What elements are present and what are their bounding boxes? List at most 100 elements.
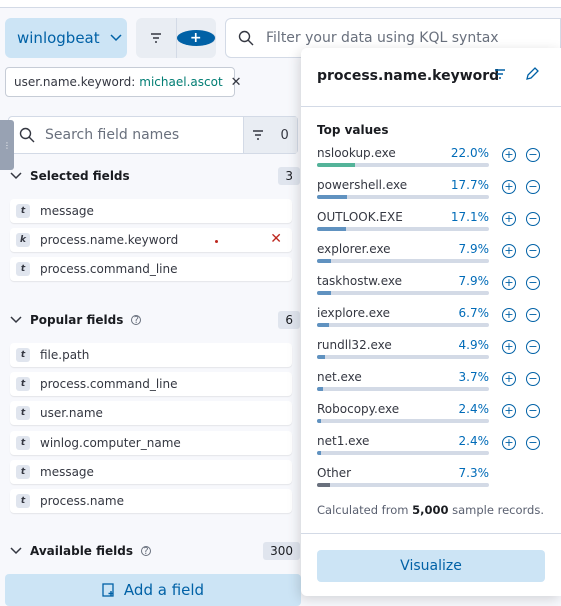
filter-for-value-icon[interactable]: + [502,244,516,258]
top-value-name: net.exe [317,370,362,384]
filter-icon[interactable] [494,68,506,83]
string-type-icon: t [16,406,30,420]
available-fields-title: Available fields [30,544,134,558]
close-icon[interactable]: ✕ [231,75,242,90]
filter-menu-button[interactable] [136,18,177,58]
top-value-name: iexplore.exe [317,306,391,320]
chevron-down-icon [10,172,22,180]
filter-for-value-icon[interactable]: + [502,180,516,194]
filter-out-value-icon[interactable]: − [526,308,540,322]
filter-icon [253,130,264,140]
top-value-row: Robocopy.exe 2.4% + − [317,402,552,430]
top-value-bar [317,227,489,231]
top-value-percent: 6.7% [458,306,490,320]
help-icon[interactable]: ? [131,315,142,326]
chevron-down-icon [10,547,22,555]
top-value-percent: 2.4% [458,434,490,448]
filter-for-value-icon[interactable]: + [502,372,516,386]
divider [301,106,561,107]
dataview-picker[interactable]: winlogbeat [5,18,127,58]
dataview-label: winlogbeat [17,29,100,47]
filter-out-value-icon[interactable]: − [526,180,540,194]
top-value-bar-fill [317,259,331,263]
top-value-percent: 17.7% [450,178,489,192]
field-name: message [40,465,94,479]
pencil-icon[interactable] [525,66,540,85]
filter-out-value-icon[interactable]: − [526,148,540,162]
field-search-input[interactable]: Search field names 0 [8,116,298,154]
string-type-icon: t [16,436,30,450]
top-value-row: iexplore.exe 6.7% + − [317,306,552,334]
popular-fields-title: Popular fields [30,313,124,327]
top-value-name: powershell.exe [317,178,408,192]
add-field-label: Add a field [123,581,205,599]
filter-for-value-icon[interactable]: + [502,148,516,162]
field-type-filter-button[interactable]: 0 [243,117,297,153]
top-value-bar-fill [317,195,348,199]
string-type-icon: t [16,348,30,362]
field-item[interactable]: t message [10,460,292,484]
field-item[interactable]: t process.command_line [10,372,292,396]
field-item[interactable]: t message [10,199,292,223]
filter-out-value-icon[interactable]: − [526,212,540,226]
field-item[interactable]: t process.name [10,489,292,513]
top-value-bar [317,419,489,423]
kql-placeholder: Filter your data using KQL syntax [266,30,499,46]
top-value-row: taskhostw.exe 7.9% + − [317,274,552,302]
filter-for-value-icon[interactable]: + [502,436,516,450]
field-item[interactable]: t user.name [10,401,292,425]
sample-count: 5,000 [412,503,449,517]
filter-for-value-icon[interactable]: + [502,276,516,290]
filter-out-value-icon[interactable]: − [526,436,540,450]
filter-out-value-icon[interactable]: − [526,244,540,258]
filter-for-value-icon[interactable]: + [502,212,516,226]
filter-for-value-icon[interactable]: + [502,340,516,354]
field-name: user.name [40,406,103,420]
top-value-percent: 22.0% [450,146,489,160]
top-value-bar-fill [317,451,322,455]
field-name: process.name [40,494,124,508]
top-value-bar [317,291,489,295]
filter-pill-field: user.name.keyword: [14,75,136,89]
top-value-row: rundll32.exe 4.9% + − [317,338,552,366]
top-value-name: OUTLOOK.EXE [317,210,403,224]
top-value-row: net.exe 3.7% + − [317,370,552,398]
field-item[interactable]: k process.name.keyword ✕ [10,228,292,252]
filter-out-value-icon[interactable]: − [526,340,540,354]
filter-out-value-icon[interactable]: − [526,276,540,290]
plus-icon: + [176,30,216,46]
filter-for-value-icon[interactable]: + [502,404,516,418]
selected-fields-header[interactable]: Selected fields 3 [10,167,300,185]
top-value-bar-fill [317,163,355,167]
add-filter-button[interactable]: + [176,18,216,58]
top-values-title: Top values [317,123,389,137]
filter-out-value-icon[interactable]: − [526,404,540,418]
field-name: process.command_line [40,377,178,391]
visualize-button[interactable]: Visualize [317,550,545,582]
resize-handle[interactable]: ⋮ [0,120,14,170]
filter-for-value-icon[interactable]: + [502,308,516,322]
field-item[interactable]: t file.path [10,343,292,367]
field-item[interactable]: t winlog.computer_name [10,431,292,455]
help-icon[interactable]: ? [141,546,152,557]
top-value-name: rundll32.exe [317,338,392,352]
string-type-icon: t [16,204,30,218]
top-value-name: taskhostw.exe [317,274,402,288]
remove-field-icon[interactable]: ✕ [270,231,282,247]
field-item[interactable]: t process.command_line [10,257,292,281]
filter-pill-value: michael.ascot [139,75,223,89]
string-type-icon: t [16,494,30,508]
top-value-row: explorer.exe 7.9% + − [317,242,552,270]
sample-note-prefix: Calculated from [317,503,409,517]
filter-out-value-icon[interactable]: − [526,372,540,386]
available-fields-header[interactable]: Available fields ? 300 [10,542,300,560]
add-field-button[interactable]: Add a field [5,574,301,606]
search-icon [238,30,254,46]
chevron-down-icon [10,316,22,324]
popular-fields-header[interactable]: Popular fields ? 6 [10,311,300,329]
add-document-icon [102,583,114,597]
top-value-bar-fill [317,419,322,423]
top-value-percent: 2.4% [458,402,490,416]
top-value-percent: 7.3% [458,466,490,480]
filter-pill[interactable]: user.name.keyword: michael.ascot ✕ [5,67,242,97]
